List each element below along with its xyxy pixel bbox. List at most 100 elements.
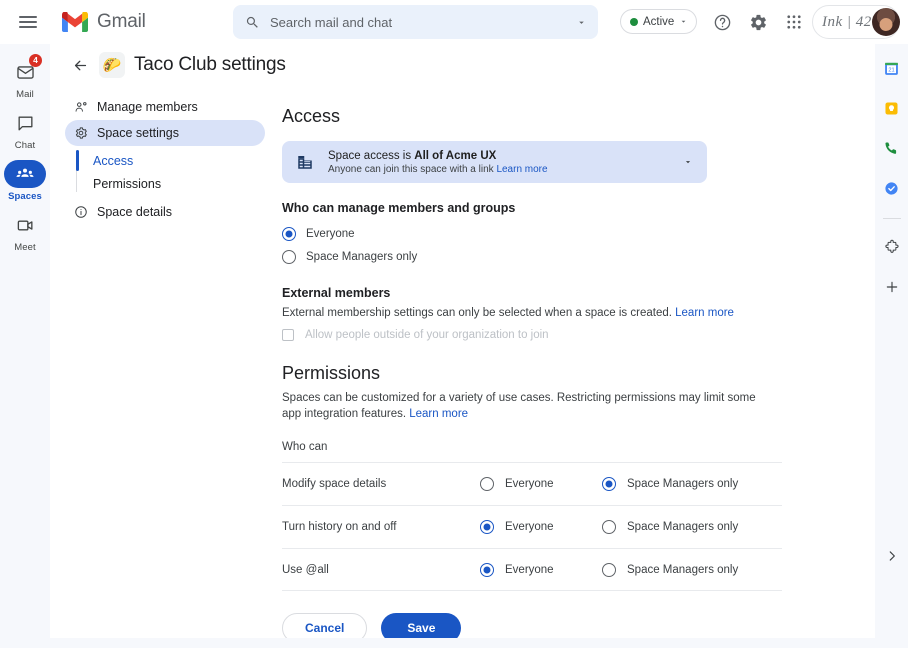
chevron-right-icon[interactable] [880, 544, 904, 568]
cancel-button[interactable]: Cancel [282, 613, 367, 638]
page-title: Taco Club settings [134, 54, 286, 76]
sidebar-label-manage-members: Manage members [97, 100, 198, 114]
help-circle-icon[interactable] [708, 8, 736, 36]
banner-prefix: Space access is [328, 150, 414, 162]
radio-everyone-manage[interactable] [282, 227, 296, 241]
permission-name: Use @all [282, 564, 480, 576]
arrow-left-icon[interactable] [67, 52, 93, 78]
permission-option-managers[interactable]: Space Managers only [602, 477, 738, 491]
rail-item-spaces[interactable]: Spaces [2, 160, 48, 202]
external-members-description: External membership settings can only be… [282, 305, 835, 322]
permission-option-everyone[interactable]: Everyone [480, 563, 602, 577]
manage-option-managers[interactable]: Space Managers only [282, 245, 835, 268]
table-row: Modify space details Everyone Space Mana… [282, 462, 782, 505]
card-body: Manage members Space settings Access Per [55, 86, 875, 638]
search-input[interactable] [270, 15, 576, 30]
status-chip[interactable]: Active [620, 9, 697, 34]
rail-item-meet[interactable]: Meet [2, 211, 48, 253]
contacts-phone-icon[interactable] [880, 136, 904, 160]
rail-item-mail[interactable]: 4 Mail [2, 58, 48, 100]
mail-icon: 4 [4, 58, 46, 86]
external-desc-text: External membership settings can only be… [282, 307, 675, 319]
sidebar-item-permissions[interactable]: Permissions [81, 172, 277, 195]
hamburger-menu-icon[interactable] [8, 2, 48, 42]
status-chevron-down-icon [679, 17, 688, 26]
puzzle-addon-icon[interactable] [880, 235, 904, 259]
info-circle-icon [73, 205, 88, 219]
apps-grid-icon[interactable] [780, 8, 808, 36]
access-heading: Access [282, 106, 835, 127]
who-can-label: Who can [282, 441, 835, 453]
radio-managers-history[interactable] [602, 520, 616, 534]
checkbox-allow-external [282, 329, 294, 341]
manage-option-everyone[interactable]: Everyone [282, 222, 835, 245]
permissions-table: Modify space details Everyone Space Mana… [282, 462, 782, 591]
gmail-logo[interactable]: Gmail [62, 11, 146, 33]
search-icon [245, 15, 260, 30]
banner-access-value: All of Acme UX [414, 150, 496, 162]
permissions-desc-text: Spaces can be customized for a variety o… [282, 392, 756, 421]
rail-label-chat: Chat [15, 140, 35, 151]
calendar-icon[interactable]: 21 [880, 56, 904, 80]
banner-sub-text: Anyone can join this space with a link [328, 164, 496, 175]
mail-unread-badge: 4 [29, 54, 42, 67]
keep-notes-icon[interactable] [880, 96, 904, 120]
permission-option-everyone-label: Everyone [505, 521, 554, 533]
tasks-check-icon[interactable] [880, 176, 904, 200]
permissions-description: Spaces can be customized for a variety o… [282, 390, 777, 423]
search-bar[interactable] [233, 5, 598, 39]
chevron-down-icon[interactable] [679, 153, 697, 171]
permission-option-everyone-label: Everyone [505, 478, 554, 490]
chat-bubble-icon [4, 109, 46, 137]
rail-label-mail: Mail [16, 89, 34, 100]
radio-everyone-modify[interactable] [480, 477, 494, 491]
permission-option-managers-label: Space Managers only [627, 478, 738, 490]
save-button[interactable]: Save [381, 613, 461, 638]
rail-item-chat[interactable]: Chat [2, 109, 48, 151]
spaces-people-icon [4, 160, 46, 188]
side-panel-divider [883, 218, 901, 219]
form-actions: Cancel Save [282, 613, 835, 638]
radio-managers-modify[interactable] [602, 477, 616, 491]
permission-option-managers-label: Space Managers only [627, 521, 738, 533]
page-background-strip [0, 638, 908, 648]
radio-everyone-history[interactable] [480, 520, 494, 534]
radio-managers-manage[interactable] [282, 250, 296, 264]
radio-everyone-useall[interactable] [480, 563, 494, 577]
search-options-chevron-down-icon[interactable] [576, 17, 587, 28]
space-emoji: 🌮 [99, 52, 125, 78]
radio-managers-useall[interactable] [602, 563, 616, 577]
permission-option-everyone[interactable]: Everyone [480, 477, 602, 491]
gear-icon[interactable] [744, 8, 772, 36]
card-header: 🌮 Taco Club settings [55, 44, 875, 86]
sidebar-item-access[interactable]: Access [81, 149, 277, 172]
permissions-learn-more-link[interactable]: Learn more [409, 408, 468, 420]
banner-learn-more-link[interactable]: Learn more [496, 164, 547, 175]
sidebar-item-space-details[interactable]: Space details [65, 199, 265, 225]
checkbox-allow-external-label: Allow people outside of your organizatio… [305, 329, 549, 341]
right-side-panel: 21 [875, 44, 908, 648]
manage-members-heading: Who can manage members and groups [282, 201, 835, 215]
permission-name: Turn history on and off [282, 521, 480, 533]
rail-label-meet: Meet [14, 242, 36, 253]
external-learn-more-link[interactable]: Learn more [675, 307, 734, 319]
status-dot-icon [630, 18, 638, 26]
sidebar-label-space-settings: Space settings [97, 126, 179, 140]
permission-option-managers[interactable]: Space Managers only [602, 563, 738, 577]
permissions-heading: Permissions [282, 363, 835, 384]
account-pill[interactable]: Ink | 42 [812, 5, 900, 39]
space-access-banner[interactable]: Space access is All of Acme UX Anyone ca… [282, 141, 707, 183]
video-camera-icon [4, 211, 46, 239]
gear-icon [73, 126, 88, 140]
permission-option-managers[interactable]: Space Managers only [602, 520, 738, 534]
sidebar-item-space-settings[interactable]: Space settings [65, 120, 265, 146]
avatar[interactable] [872, 8, 900, 36]
app-rail: 4 Mail Chat Spaces Meet [0, 44, 50, 648]
sidebar-item-manage-members[interactable]: Manage members [65, 94, 265, 120]
permission-option-everyone[interactable]: Everyone [480, 520, 602, 534]
settings-nav: Manage members Space settings Access Per [55, 86, 277, 638]
settings-subnav: Access Permissions [55, 149, 277, 195]
table-row: Use @all Everyone Space Managers only [282, 548, 782, 591]
external-members-heading: External members [282, 286, 835, 300]
plus-icon[interactable] [880, 275, 904, 299]
